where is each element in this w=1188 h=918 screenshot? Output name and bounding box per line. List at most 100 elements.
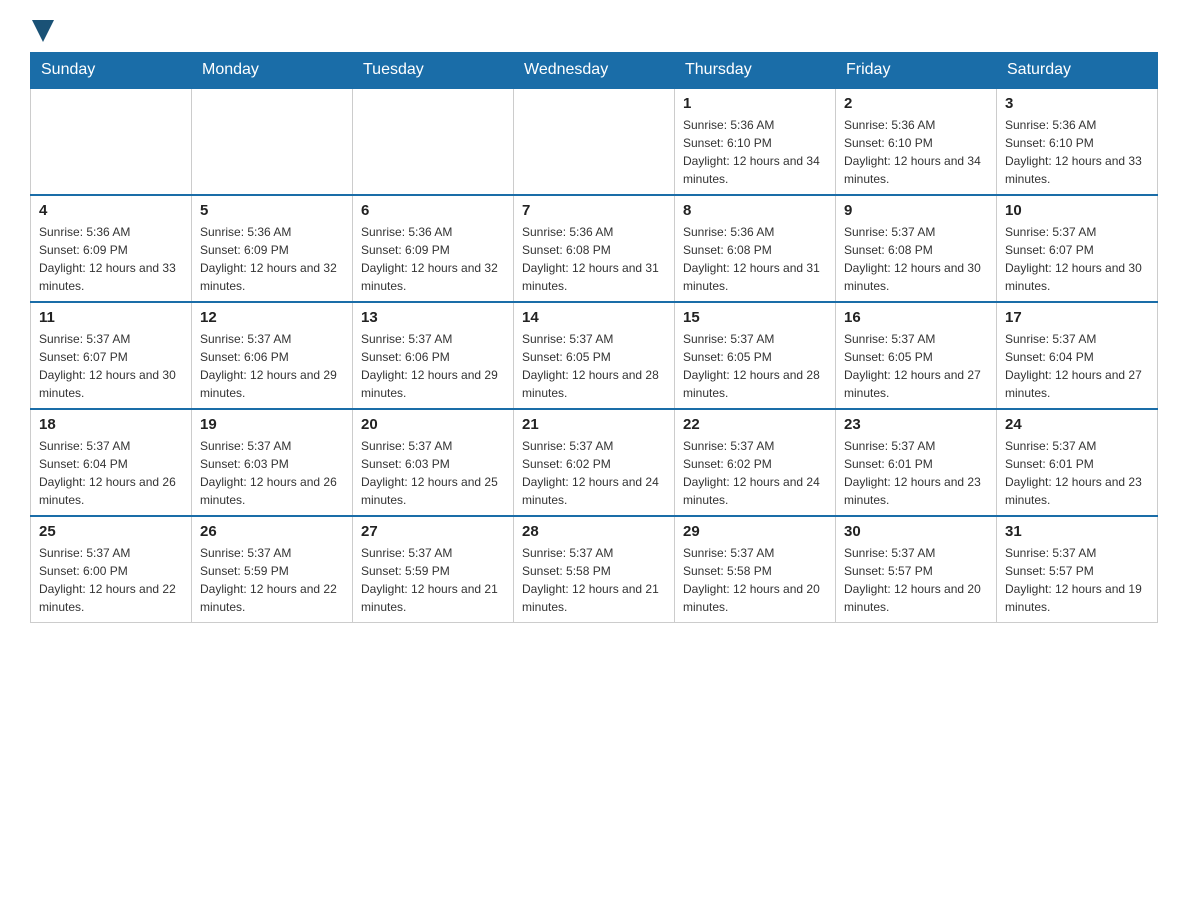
day-number: 8 — [683, 202, 827, 219]
calendar-cell-0-2 — [353, 88, 514, 195]
calendar-cell-2-2: 13 Sunrise: 5:37 AMSunset: 6:06 PMDaylig… — [353, 302, 514, 409]
day-info: Sunrise: 5:37 AMSunset: 5:58 PMDaylight:… — [522, 544, 666, 616]
week-row-2: 4 Sunrise: 5:36 AMSunset: 6:09 PMDayligh… — [31, 195, 1158, 302]
day-number: 31 — [1005, 523, 1149, 540]
day-info: Sunrise: 5:37 AMSunset: 6:03 PMDaylight:… — [200, 437, 344, 509]
header-tuesday: Tuesday — [353, 53, 514, 89]
day-info: Sunrise: 5:37 AMSunset: 5:58 PMDaylight:… — [683, 544, 827, 616]
day-info: Sunrise: 5:37 AMSunset: 6:03 PMDaylight:… — [361, 437, 505, 509]
day-number: 15 — [683, 309, 827, 326]
day-number: 13 — [361, 309, 505, 326]
day-number: 4 — [39, 202, 183, 219]
day-info: Sunrise: 5:37 AMSunset: 6:08 PMDaylight:… — [844, 223, 988, 295]
calendar-cell-3-5: 23 Sunrise: 5:37 AMSunset: 6:01 PMDaylig… — [836, 409, 997, 516]
day-info: Sunrise: 5:37 AMSunset: 6:04 PMDaylight:… — [1005, 330, 1149, 402]
day-number: 12 — [200, 309, 344, 326]
day-number: 21 — [522, 416, 666, 433]
calendar-cell-1-5: 9 Sunrise: 5:37 AMSunset: 6:08 PMDayligh… — [836, 195, 997, 302]
day-number: 11 — [39, 309, 183, 326]
day-info: Sunrise: 5:37 AMSunset: 5:59 PMDaylight:… — [361, 544, 505, 616]
day-number: 2 — [844, 95, 988, 112]
day-info: Sunrise: 5:37 AMSunset: 6:06 PMDaylight:… — [200, 330, 344, 402]
day-info: Sunrise: 5:36 AMSunset: 6:08 PMDaylight:… — [522, 223, 666, 295]
day-info: Sunrise: 5:37 AMSunset: 5:57 PMDaylight:… — [844, 544, 988, 616]
day-info: Sunrise: 5:37 AMSunset: 5:59 PMDaylight:… — [200, 544, 344, 616]
day-number: 14 — [522, 309, 666, 326]
day-number: 16 — [844, 309, 988, 326]
week-row-1: 1 Sunrise: 5:36 AMSunset: 6:10 PMDayligh… — [31, 88, 1158, 195]
calendar-cell-4-2: 27 Sunrise: 5:37 AMSunset: 5:59 PMDaylig… — [353, 516, 514, 623]
day-number: 5 — [200, 202, 344, 219]
calendar-cell-0-5: 2 Sunrise: 5:36 AMSunset: 6:10 PMDayligh… — [836, 88, 997, 195]
calendar-cell-4-3: 28 Sunrise: 5:37 AMSunset: 5:58 PMDaylig… — [514, 516, 675, 623]
day-number: 23 — [844, 416, 988, 433]
header-thursday: Thursday — [675, 53, 836, 89]
day-info: Sunrise: 5:37 AMSunset: 6:01 PMDaylight:… — [844, 437, 988, 509]
day-number: 30 — [844, 523, 988, 540]
calendar-cell-2-0: 11 Sunrise: 5:37 AMSunset: 6:07 PMDaylig… — [31, 302, 192, 409]
day-number: 7 — [522, 202, 666, 219]
header-saturday: Saturday — [997, 53, 1158, 89]
header-monday: Monday — [192, 53, 353, 89]
calendar-cell-4-5: 30 Sunrise: 5:37 AMSunset: 5:57 PMDaylig… — [836, 516, 997, 623]
day-number: 9 — [844, 202, 988, 219]
calendar-cell-0-3 — [514, 88, 675, 195]
calendar-cell-1-1: 5 Sunrise: 5:36 AMSunset: 6:09 PMDayligh… — [192, 195, 353, 302]
calendar-cell-2-4: 15 Sunrise: 5:37 AMSunset: 6:05 PMDaylig… — [675, 302, 836, 409]
day-number: 18 — [39, 416, 183, 433]
calendar-cell-1-4: 8 Sunrise: 5:36 AMSunset: 6:08 PMDayligh… — [675, 195, 836, 302]
day-info: Sunrise: 5:36 AMSunset: 6:09 PMDaylight:… — [200, 223, 344, 295]
day-info: Sunrise: 5:37 AMSunset: 6:06 PMDaylight:… — [361, 330, 505, 402]
calendar-cell-3-6: 24 Sunrise: 5:37 AMSunset: 6:01 PMDaylig… — [997, 409, 1158, 516]
day-number: 28 — [522, 523, 666, 540]
calendar-cell-1-6: 10 Sunrise: 5:37 AMSunset: 6:07 PMDaylig… — [997, 195, 1158, 302]
calendar-cell-4-1: 26 Sunrise: 5:37 AMSunset: 5:59 PMDaylig… — [192, 516, 353, 623]
day-number: 20 — [361, 416, 505, 433]
day-number: 10 — [1005, 202, 1149, 219]
day-info: Sunrise: 5:37 AMSunset: 6:02 PMDaylight:… — [522, 437, 666, 509]
calendar-table: Sunday Monday Tuesday Wednesday Thursday… — [30, 52, 1158, 623]
calendar-cell-0-4: 1 Sunrise: 5:36 AMSunset: 6:10 PMDayligh… — [675, 88, 836, 195]
day-info: Sunrise: 5:37 AMSunset: 6:05 PMDaylight:… — [844, 330, 988, 402]
day-info: Sunrise: 5:37 AMSunset: 6:07 PMDaylight:… — [1005, 223, 1149, 295]
header — [30, 20, 1158, 42]
day-number: 19 — [200, 416, 344, 433]
calendar-cell-3-4: 22 Sunrise: 5:37 AMSunset: 6:02 PMDaylig… — [675, 409, 836, 516]
day-info: Sunrise: 5:37 AMSunset: 6:02 PMDaylight:… — [683, 437, 827, 509]
calendar-cell-2-5: 16 Sunrise: 5:37 AMSunset: 6:05 PMDaylig… — [836, 302, 997, 409]
calendar-cell-4-0: 25 Sunrise: 5:37 AMSunset: 6:00 PMDaylig… — [31, 516, 192, 623]
calendar-cell-4-4: 29 Sunrise: 5:37 AMSunset: 5:58 PMDaylig… — [675, 516, 836, 623]
calendar-cell-3-2: 20 Sunrise: 5:37 AMSunset: 6:03 PMDaylig… — [353, 409, 514, 516]
weekday-header-row: Sunday Monday Tuesday Wednesday Thursday… — [31, 53, 1158, 89]
day-number: 17 — [1005, 309, 1149, 326]
calendar-cell-1-2: 6 Sunrise: 5:36 AMSunset: 6:09 PMDayligh… — [353, 195, 514, 302]
day-number: 27 — [361, 523, 505, 540]
logo-triangle-icon — [32, 20, 54, 42]
calendar-cell-0-0 — [31, 88, 192, 195]
day-info: Sunrise: 5:36 AMSunset: 6:10 PMDaylight:… — [844, 116, 988, 188]
calendar-cell-2-1: 12 Sunrise: 5:37 AMSunset: 6:06 PMDaylig… — [192, 302, 353, 409]
day-info: Sunrise: 5:37 AMSunset: 6:05 PMDaylight:… — [683, 330, 827, 402]
day-info: Sunrise: 5:37 AMSunset: 6:04 PMDaylight:… — [39, 437, 183, 509]
header-friday: Friday — [836, 53, 997, 89]
day-info: Sunrise: 5:36 AMSunset: 6:10 PMDaylight:… — [683, 116, 827, 188]
day-info: Sunrise: 5:37 AMSunset: 6:07 PMDaylight:… — [39, 330, 183, 402]
calendar-cell-4-6: 31 Sunrise: 5:37 AMSunset: 5:57 PMDaylig… — [997, 516, 1158, 623]
day-info: Sunrise: 5:36 AMSunset: 6:09 PMDaylight:… — [361, 223, 505, 295]
day-number: 3 — [1005, 95, 1149, 112]
day-info: Sunrise: 5:37 AMSunset: 6:01 PMDaylight:… — [1005, 437, 1149, 509]
day-number: 26 — [200, 523, 344, 540]
day-info: Sunrise: 5:36 AMSunset: 6:08 PMDaylight:… — [683, 223, 827, 295]
week-row-3: 11 Sunrise: 5:37 AMSunset: 6:07 PMDaylig… — [31, 302, 1158, 409]
day-number: 1 — [683, 95, 827, 112]
day-number: 25 — [39, 523, 183, 540]
day-info: Sunrise: 5:37 AMSunset: 5:57 PMDaylight:… — [1005, 544, 1149, 616]
calendar-cell-0-6: 3 Sunrise: 5:36 AMSunset: 6:10 PMDayligh… — [997, 88, 1158, 195]
day-info: Sunrise: 5:37 AMSunset: 6:00 PMDaylight:… — [39, 544, 183, 616]
calendar-cell-1-3: 7 Sunrise: 5:36 AMSunset: 6:08 PMDayligh… — [514, 195, 675, 302]
week-row-5: 25 Sunrise: 5:37 AMSunset: 6:00 PMDaylig… — [31, 516, 1158, 623]
week-row-4: 18 Sunrise: 5:37 AMSunset: 6:04 PMDaylig… — [31, 409, 1158, 516]
day-number: 22 — [683, 416, 827, 433]
header-wednesday: Wednesday — [514, 53, 675, 89]
calendar-cell-2-6: 17 Sunrise: 5:37 AMSunset: 6:04 PMDaylig… — [997, 302, 1158, 409]
